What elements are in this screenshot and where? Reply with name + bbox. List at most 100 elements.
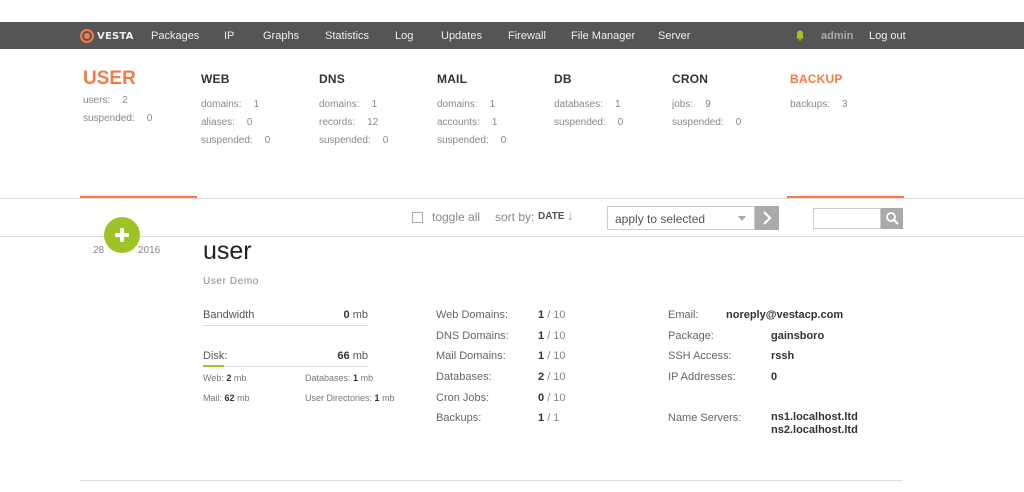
stats-db-databases: databases: 1	[554, 99, 621, 110]
stats-db-suspended: suspended: 0	[554, 117, 624, 128]
limit-mail-domains-label: Mail Domains:	[436, 350, 506, 362]
user-full-name: User Demo	[203, 276, 259, 287]
stats-cron-jobs: jobs: 9	[672, 99, 711, 110]
stats-dns-title[interactable]: DNS	[319, 72, 388, 92]
nav-file-manager[interactable]: File Manager	[571, 30, 635, 42]
stats-db[interactable]: DB databases: 1 suspended: 0	[554, 72, 623, 135]
ip-addresses-label: IP Addresses:	[668, 371, 736, 383]
name-servers-label: Name Servers:	[668, 412, 742, 424]
limit-databases-value: 2 / 10	[538, 371, 566, 383]
stats-cron-suspended: suspended: 0	[672, 117, 742, 128]
stats-user-suspended: suspended: 0	[83, 113, 153, 124]
stats-dns[interactable]: DNS domains: 1 records: 12 suspended: 0	[319, 72, 388, 153]
disk-label: Disk:	[203, 350, 228, 362]
nav-firewall[interactable]: Firewall	[508, 30, 546, 42]
bandwidth-value: 0 mb	[343, 309, 368, 321]
vesta-logo[interactable]: VESTA	[80, 28, 134, 44]
toolbar-bottom-border	[0, 236, 1024, 237]
apply-button[interactable]	[755, 206, 779, 230]
stats-backup[interactable]: BACKUP backups: 3	[790, 72, 848, 117]
search-input[interactable]	[813, 208, 881, 229]
limit-dns-domains-value: 1 / 10	[538, 330, 566, 342]
stats-cron-title[interactable]: CRON	[672, 72, 741, 92]
add-user-button[interactable]	[104, 217, 140, 253]
sort-direction-icon[interactable]: ↓	[567, 208, 574, 223]
nav-updates[interactable]: Updates	[441, 30, 482, 42]
apply-to-selected-select[interactable]: apply to selected	[607, 206, 755, 230]
limit-dns-domains-label: DNS Domains:	[436, 330, 509, 342]
user-name[interactable]: user	[203, 237, 252, 266]
apply-select-value: apply to selected	[615, 212, 706, 226]
limit-mail-domains-value: 1 / 10	[538, 350, 566, 362]
email-value: noreply@vestacp.com	[726, 309, 844, 321]
disk-value: 66 mb	[337, 350, 368, 362]
stats-mail[interactable]: MAIL domains: 1 accounts: 1 suspended: 0	[437, 72, 506, 153]
disk-user-directories: User Directories: 1 mb	[305, 393, 395, 403]
email-label: Email:	[668, 309, 699, 321]
search-button[interactable]	[881, 208, 903, 229]
toggle-all-checkbox[interactable]	[412, 212, 423, 223]
ip-addresses-value: 0	[771, 371, 778, 383]
nav-user-admin[interactable]: admin	[821, 30, 853, 42]
stats-web-aliases: aliases: 0	[201, 117, 253, 128]
nav-server[interactable]: Server	[658, 30, 690, 42]
disk-bar	[203, 366, 368, 367]
stats-mail-title[interactable]: MAIL	[437, 72, 506, 92]
stats-dns-domains: domains: 1	[319, 99, 378, 110]
disk-databases: Databases: 1 mb	[305, 373, 374, 383]
nav-graphs[interactable]: Graphs	[263, 30, 299, 42]
date-year: 2016	[138, 245, 161, 256]
name-server-1: ns1.localhost.ltd	[771, 411, 858, 423]
ssh-access-value: rssh	[771, 350, 795, 362]
stats-user[interactable]: USER users: 2 suspended: 0	[83, 68, 153, 131]
stats-dns-records: records: 12	[319, 117, 379, 128]
stats-web-domains: domains: 1	[201, 99, 260, 110]
limit-backups-label: Backups:	[436, 412, 482, 424]
nav-log[interactable]: Log	[395, 30, 413, 42]
stats-user-title[interactable]: USER	[83, 68, 152, 96]
limit-backups-value: 1 / 1	[538, 412, 560, 424]
toggle-all-label[interactable]: toggle all	[432, 210, 480, 224]
stats-mail-domains: domains: 1	[437, 99, 496, 110]
package-label: Package:	[668, 330, 714, 342]
top-nav: VESTA Packages IP Graphs Statistics Log …	[0, 22, 1024, 49]
stats-db-title[interactable]: DB	[554, 72, 623, 92]
package-value: gainsboro	[771, 330, 825, 342]
disk-web: Web: 2 mb	[203, 373, 247, 383]
stats-web-suspended: suspended: 0	[201, 135, 271, 146]
limit-cron-jobs-value: 0 / 10	[538, 392, 566, 404]
date-day: 28	[93, 245, 105, 256]
nav-ip[interactable]: IP	[224, 30, 234, 42]
sort-field-date[interactable]: DATE	[538, 211, 564, 222]
stats-dns-suspended: suspended: 0	[319, 135, 389, 146]
stats-backup-backups: backups: 3	[790, 99, 848, 110]
row-divider	[80, 480, 902, 481]
limit-web-domains-label: Web Domains:	[436, 309, 508, 321]
stats-cron[interactable]: CRON jobs: 9 suspended: 0	[672, 72, 741, 135]
logo-ring-icon	[80, 29, 94, 43]
chevron-down-icon	[738, 216, 746, 221]
stats-backup-title[interactable]: BACKUP	[790, 72, 848, 92]
stats-user-users: users: 2	[83, 95, 128, 106]
ssh-access-label: SSH Access:	[668, 350, 732, 362]
disk-mail: Mail: 62 mb	[203, 393, 250, 403]
chevron-right-icon	[763, 211, 772, 225]
bandwidth-bar	[203, 325, 368, 326]
limit-cron-jobs-label: Cron Jobs:	[436, 392, 490, 404]
sort-by-label: sort by:	[495, 210, 535, 224]
nav-logout[interactable]: Log out	[869, 30, 906, 42]
stats-mail-suspended: suspended: 0	[437, 135, 507, 146]
limit-web-domains-value: 1 / 10	[538, 309, 566, 321]
bell-icon[interactable]	[795, 30, 805, 41]
stats-web-title[interactable]: WEB	[201, 72, 270, 92]
stats-web[interactable]: WEB domains: 1 aliases: 0 suspended: 0	[201, 72, 270, 153]
nav-packages[interactable]: Packages	[151, 30, 199, 42]
bandwidth-label: Bandwidth	[203, 309, 255, 321]
search-icon	[886, 212, 899, 225]
disk-bar-fill	[203, 365, 224, 367]
stats-mail-accounts: accounts: 1	[437, 117, 498, 128]
name-server-2: ns2.localhost.ltd	[771, 424, 858, 436]
logo-text: VESTA	[97, 30, 134, 42]
nav-statistics[interactable]: Statistics	[325, 30, 369, 42]
toolbar-top-border	[0, 198, 1024, 199]
